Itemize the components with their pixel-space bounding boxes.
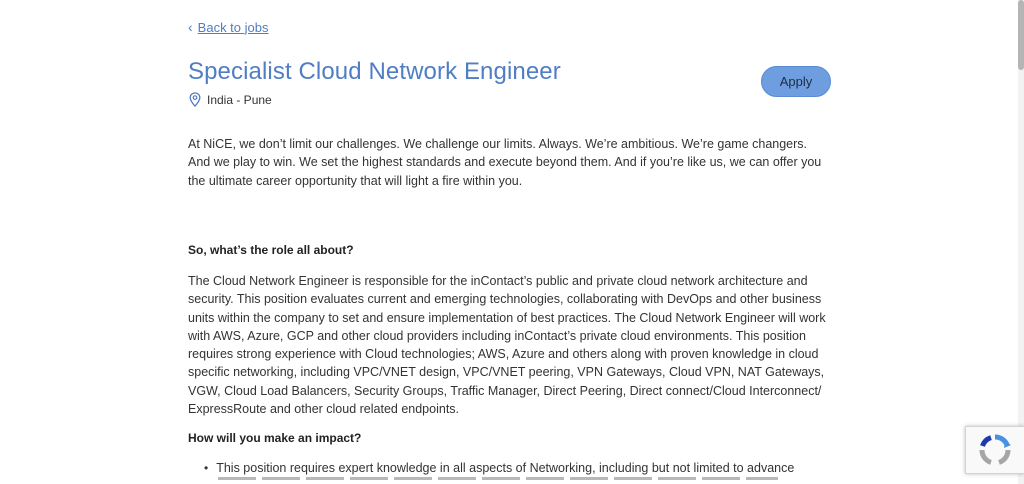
chevron-left-icon: ‹ [188,19,193,35]
impact-heading: How will you make an impact? [188,431,362,445]
back-to-jobs-link[interactable]: ‹ Back to jobs [188,19,269,35]
page-scrollbar[interactable] [1018,0,1024,484]
role-description: The Cloud Network Engineer is responsibl… [188,274,826,417]
scrollbar-thumb[interactable] [1018,0,1024,70]
recaptcha-badge[interactable] [965,426,1024,474]
bullet-icon: • [204,461,209,475]
job-title: Specialist Cloud Network Engineer [188,58,561,85]
job-posting-page: ‹ Back to jobs Specialist Cloud Network … [0,0,1024,484]
map-pin-icon [189,92,201,107]
role-heading: So, what’s the role all about? [188,243,354,257]
back-to-jobs-label[interactable]: Back to jobs [198,20,269,35]
job-location-label: India - Pune [207,92,272,107]
job-location: India - Pune [189,92,272,107]
clipped-text-line [218,477,778,484]
apply-button[interactable]: Apply [761,66,831,97]
impact-item-text: This position requires expert knowledge … [216,461,795,475]
intro-paragraph: At NiCE, we don’t limit our challenges. … [188,137,822,188]
recaptcha-logo-icon [979,434,1011,465]
impact-list-item: • This position requires expert knowledg… [204,459,814,477]
